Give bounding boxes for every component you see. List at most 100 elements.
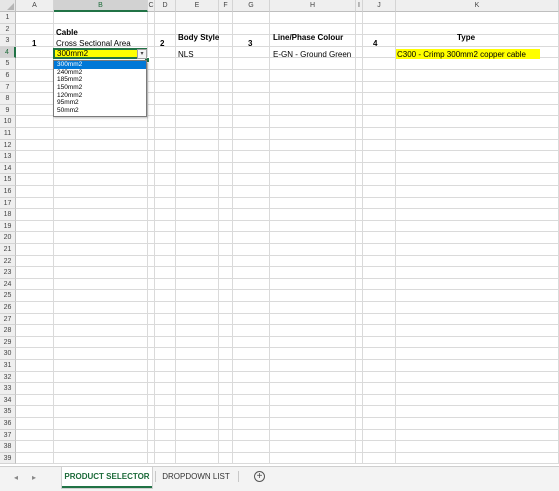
gridline-horizontal <box>16 231 559 233</box>
row-header-25[interactable]: 25 <box>0 290 16 302</box>
column-header-e[interactable]: E <box>176 0 219 12</box>
gridline-horizontal <box>16 208 559 210</box>
column-header-g[interactable]: G <box>233 0 270 12</box>
row-header-29[interactable]: 29 <box>0 336 16 349</box>
dropdown-option[interactable]: 185mm2 <box>54 76 146 84</box>
row-header-34[interactable]: 34 <box>0 394 16 407</box>
row-header-5[interactable]: 5 <box>0 58 16 70</box>
gridline-horizontal <box>16 301 559 302</box>
row-header-13[interactable]: 13 <box>0 151 16 163</box>
row-header-10[interactable]: 10 <box>0 116 16 128</box>
row-header-4[interactable]: 4 <box>0 46 16 59</box>
dropdown-list[interactable]: 300mm2 240mm2 185mm2 150mm2 120mm2 95mm2 50mm2 <box>53 60 147 117</box>
gridline-horizontal <box>16 428 559 430</box>
row-header-19[interactable]: 19 <box>0 220 16 233</box>
dropdown-option[interactable]: 240mm2 <box>54 69 146 77</box>
row-header-18[interactable]: 18 <box>0 209 16 221</box>
row-header-15[interactable]: 15 <box>0 174 16 186</box>
cell-b2[interactable]: Cable <box>56 28 78 37</box>
gridline-horizontal <box>16 405 559 407</box>
tab-product-selector[interactable]: PRODUCT SELECTOR <box>62 467 152 488</box>
row-header-23[interactable]: 23 <box>0 267 16 279</box>
gridline-horizontal <box>16 382 559 384</box>
gridline-horizontal <box>16 335 559 337</box>
prev-sheet-icon[interactable]: ◂ <box>14 473 18 482</box>
next-sheet-icon[interactable]: ▸ <box>32 473 36 482</box>
row-header-3[interactable]: 3 <box>0 35 16 47</box>
select-all-corner[interactable] <box>0 0 16 12</box>
column-header-d[interactable]: D <box>155 0 176 12</box>
cell-k4[interactable]: C300 - Crimp 300mm2 copper cable <box>396 49 540 59</box>
cell-h4[interactable]: E-GN - Ground Green <box>273 50 351 59</box>
column-header-f[interactable]: F <box>219 0 233 12</box>
row-header-14[interactable]: 14 <box>0 162 16 175</box>
tab-dropdown-list[interactable]: DROPDOWN LIST <box>157 467 235 486</box>
column-header-b[interactable]: B <box>54 0 148 12</box>
gridline-horizontal <box>16 347 559 349</box>
row-header-2[interactable]: 2 <box>0 23 16 36</box>
gridline-horizontal <box>16 393 559 395</box>
column-header-h[interactable]: H <box>270 0 356 12</box>
gridline-horizontal <box>16 370 559 372</box>
dropdown-option[interactable]: 50mm2 <box>54 107 146 115</box>
column-header-k[interactable]: K <box>396 0 559 12</box>
row-header-12[interactable]: 12 <box>0 139 16 152</box>
row-header-20[interactable]: 20 <box>0 232 16 244</box>
row-header-35[interactable]: 35 <box>0 406 16 418</box>
column-header-c[interactable]: C <box>148 0 155 12</box>
row-header-6[interactable]: 6 <box>0 70 16 82</box>
row-header-36[interactable]: 36 <box>0 418 16 430</box>
gridline-horizontal <box>16 324 559 326</box>
cell-e2[interactable]: Body Style <box>178 33 219 42</box>
row-header-17[interactable]: 17 <box>0 197 16 210</box>
row-header-33[interactable]: 33 <box>0 383 16 395</box>
row-header-32[interactable]: 32 <box>0 371 16 384</box>
spreadsheet-grid[interactable]: ABCDEFGHIJK 1 2 3 4 5 6 7 8 9 10 11 12 13 14 15 16 17 18 1… <box>0 0 559 466</box>
row-header-21[interactable]: 21 <box>0 244 16 256</box>
cell-b4-value: 300mm2 <box>57 49 89 58</box>
row-header-11[interactable]: 11 <box>0 128 16 140</box>
row-header-26[interactable]: 26 <box>0 302 16 314</box>
row-header-27[interactable]: 27 <box>0 313 16 326</box>
gridline-horizontal <box>16 254 559 256</box>
gridline-horizontal <box>16 312 559 314</box>
dropdown-option[interactable]: 95mm2 <box>54 99 146 107</box>
dropdown-arrow-button[interactable]: ▾ <box>137 49 147 59</box>
add-sheet-icon[interactable]: + <box>254 471 265 482</box>
row-header-30[interactable]: 30 <box>0 348 16 360</box>
dropdown-option[interactable]: 150mm2 <box>54 84 146 92</box>
cell-e4[interactable]: NLS <box>178 50 194 59</box>
row-header-24[interactable]: 24 <box>0 278 16 291</box>
cell-g3[interactable]: 3 <box>248 39 252 48</box>
gridline-horizontal <box>16 243 559 244</box>
gridline-horizontal <box>16 417 559 418</box>
column-header-a[interactable]: A <box>16 0 54 12</box>
row-header-8[interactable]: 8 <box>0 93 16 105</box>
row-header-31[interactable]: 31 <box>0 360 16 372</box>
cell-b3[interactable]: Cross Sectional Area <box>56 39 131 48</box>
column-header-j[interactable]: J <box>363 0 396 12</box>
row-header-16[interactable]: 16 <box>0 186 16 198</box>
row-header-22[interactable]: 22 <box>0 255 16 268</box>
gridline-horizontal <box>16 440 559 442</box>
tab-separator <box>238 471 239 482</box>
gridline-horizontal <box>16 22 559 24</box>
row-header-1[interactable]: 1 <box>0 12 16 24</box>
cell-k2[interactable]: Type <box>457 33 475 42</box>
cell-a3[interactable]: 1 <box>32 39 36 48</box>
row-header-9[interactable]: 9 <box>0 104 16 117</box>
row-header-28[interactable]: 28 <box>0 325 16 337</box>
cell-d3[interactable]: 2 <box>160 39 164 48</box>
row-header-7[interactable]: 7 <box>0 81 16 94</box>
row-header-37[interactable]: 37 <box>0 429 16 442</box>
dropdown-option[interactable]: 300mm2 <box>54 61 146 69</box>
dropdown-option[interactable]: 120mm2 <box>54 92 146 100</box>
gridline-horizontal <box>16 138 559 140</box>
row-header-38[interactable]: 38 <box>0 441 16 453</box>
column-header-i[interactable]: I <box>356 0 363 12</box>
cell-h2[interactable]: Line/Phase Colour <box>273 33 343 42</box>
row-header-39[interactable]: 39 <box>0 452 16 465</box>
tab-separator <box>155 471 156 482</box>
active-cell-b4[interactable]: 300mm2 <box>53 48 147 59</box>
cell-j3[interactable]: 4 <box>373 39 377 48</box>
